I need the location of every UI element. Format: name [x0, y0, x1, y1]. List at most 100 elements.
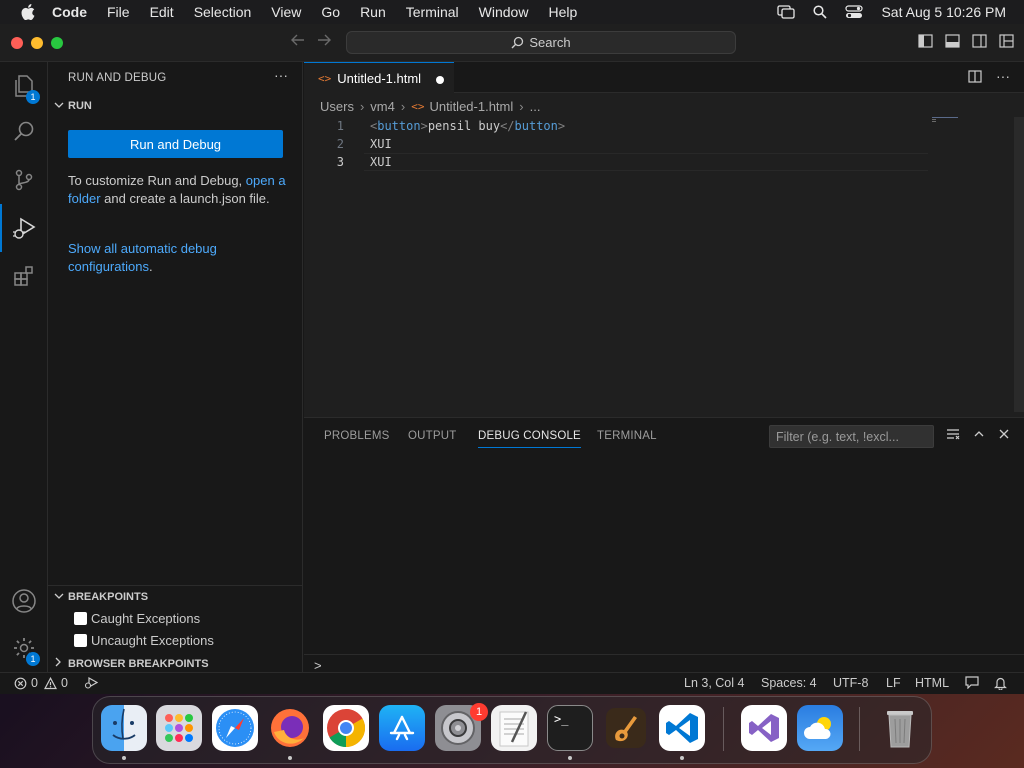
clear-console-icon[interactable] [946, 428, 960, 440]
code-line[interactable]: 1 <button>pensil buy</button> [304, 117, 1024, 135]
dock-visual-studio-icon[interactable] [741, 705, 787, 751]
editor-more-icon[interactable]: ··· [996, 69, 1010, 83]
code-line[interactable]: 2 XUI [304, 135, 1024, 153]
chevron-right-icon: › [400, 99, 406, 114]
activity-accounts[interactable] [0, 577, 48, 625]
feedback-icon[interactable] [965, 676, 979, 689]
cursor-position[interactable]: Ln 3, Col 4 [684, 676, 744, 690]
end-of-line[interactable]: LF [886, 676, 901, 690]
problems-status[interactable]: 0 0 [14, 676, 68, 690]
unsaved-dot-icon[interactable] [436, 76, 444, 84]
debug-status-icon[interactable] [84, 676, 98, 689]
code-line-current[interactable]: 3 XUI [304, 153, 1024, 171]
close-panel-icon[interactable] [998, 428, 1010, 440]
dock-finder-icon[interactable] [101, 705, 147, 751]
editor-tab[interactable]: <> Untitled-1.html [304, 62, 454, 93]
breakpoint-item[interactable]: Uncaught Exceptions [74, 633, 214, 648]
browser-breakpoints-section-header[interactable]: BROWSER BREAKPOINTS [54, 657, 209, 670]
tab-debug-console[interactable]: DEBUG CONSOLE [478, 430, 581, 448]
apple-icon[interactable] [18, 4, 38, 20]
search-label: Search [529, 35, 571, 50]
uncaught-exceptions-checkbox[interactable] [74, 634, 87, 647]
nav-back-arrow-icon[interactable] [290, 33, 306, 52]
dock-firefox-icon[interactable] [267, 705, 313, 751]
run-section-header[interactable]: RUN [54, 100, 92, 112]
repl-divider [304, 654, 1024, 655]
editor-scrollbar[interactable] [1014, 117, 1024, 412]
dock-chrome-icon[interactable] [323, 705, 369, 751]
activity-run-and-debug[interactable] [0, 204, 48, 252]
tab-output[interactable]: OUTPUT [408, 430, 456, 442]
finder-running-dot [122, 756, 126, 760]
menu-app-name[interactable]: Code [52, 4, 87, 20]
breadcrumb-vm4[interactable]: vm4 [370, 99, 395, 114]
menu-go[interactable]: Go [321, 4, 340, 20]
breadcrumb-file[interactable]: Untitled-1.html [429, 99, 513, 114]
dock-textedit-icon[interactable] [491, 705, 537, 751]
toggle-primary-sidebar-icon[interactable] [918, 34, 933, 48]
breadcrumb-users[interactable]: Users [320, 99, 354, 114]
dock-garageband-icon[interactable] [603, 705, 649, 751]
menu-run[interactable]: Run [360, 4, 386, 20]
activity-search[interactable] [0, 108, 48, 156]
window-minimize-button[interactable] [31, 37, 43, 49]
bell-icon[interactable] [994, 676, 1007, 690]
minimap[interactable] [932, 116, 962, 122]
menu-selection[interactable]: Selection [194, 4, 252, 20]
breakpoint-item[interactable]: Caught Exceptions [74, 611, 200, 626]
dock-trash-icon[interactable] [877, 705, 923, 751]
window-maximize-button[interactable] [51, 37, 63, 49]
code-text: XUI [370, 137, 392, 151]
run-and-debug-button[interactable]: Run and Debug [68, 130, 283, 158]
dock-terminal-icon[interactable]: >_ [547, 705, 593, 751]
dock-safari-icon[interactable] [212, 705, 258, 751]
encoding[interactable]: UTF-8 [833, 676, 868, 690]
title-bar: Search [0, 24, 1024, 62]
menu-edit[interactable]: Edit [150, 4, 174, 20]
command-center-search[interactable]: Search [346, 31, 736, 54]
line-number: 2 [336, 137, 344, 151]
breakpoints-section-header[interactable]: BREAKPOINTS [54, 591, 148, 603]
warning-count: 0 [60, 676, 68, 690]
activity-source-control[interactable] [0, 156, 48, 204]
dock-app-store-icon[interactable] [379, 705, 425, 751]
terminal-prompt-glyph: >_ [554, 712, 569, 726]
sidebar-title: RUN AND DEBUG [68, 72, 167, 84]
menu-help[interactable]: Help [548, 4, 577, 20]
dock-weather-icon[interactable] [797, 705, 843, 751]
indentation[interactable]: Spaces: 4 [761, 676, 817, 690]
dock-vscode-icon[interactable] [659, 705, 705, 751]
activity-manage[interactable]: 1 [0, 624, 48, 672]
code-text: <button>pensil buy</button> [370, 119, 566, 133]
menu-window[interactable]: Window [479, 4, 529, 20]
tab-problems[interactable]: PROBLEMS [324, 430, 390, 442]
menu-file[interactable]: File [107, 4, 130, 20]
window-close-button[interactable] [11, 37, 23, 49]
spotlight-search-icon[interactable] [813, 5, 828, 19]
breadcrumb-more[interactable]: ... [530, 99, 541, 114]
show-debug-configurations-link[interactable]: Show all automatic debug configurations [68, 241, 217, 274]
activity-explorer[interactable]: 1 [0, 62, 48, 110]
toggle-panel-icon[interactable] [945, 34, 960, 48]
debug-console-filter-input[interactable] [769, 425, 934, 448]
menubar-clock[interactable]: Sat Aug 5 10:26 PM [881, 4, 1006, 20]
activity-extensions[interactable] [0, 252, 48, 300]
repl-prompt-icon[interactable]: > [314, 658, 322, 673]
menu-view[interactable]: View [271, 4, 301, 20]
tab-terminal[interactable]: TERMINAL [597, 430, 657, 442]
maximize-panel-icon[interactable] [973, 428, 985, 440]
toggle-secondary-sidebar-icon[interactable] [972, 34, 987, 48]
menu-terminal[interactable]: Terminal [406, 4, 459, 20]
split-editor-icon[interactable] [968, 70, 982, 83]
dock-launchpad-icon[interactable] [156, 705, 202, 751]
more-actions-icon[interactable]: ··· [274, 67, 288, 83]
screen-mirror-icon[interactable] [777, 5, 796, 19]
nav-forward-arrow-icon[interactable] [316, 33, 332, 52]
customize-layout-icon[interactable] [999, 34, 1014, 48]
code-editor[interactable]: 1 <button>pensil buy</button> 2 XUI 3 XU… [304, 117, 1024, 171]
editor-tabs: <> Untitled-1.html ··· [304, 62, 1024, 93]
line-number: 3 [336, 155, 344, 169]
control-center-icon[interactable] [845, 5, 864, 19]
caught-exceptions-checkbox[interactable] [74, 612, 87, 625]
language-mode[interactable]: HTML [915, 676, 949, 690]
